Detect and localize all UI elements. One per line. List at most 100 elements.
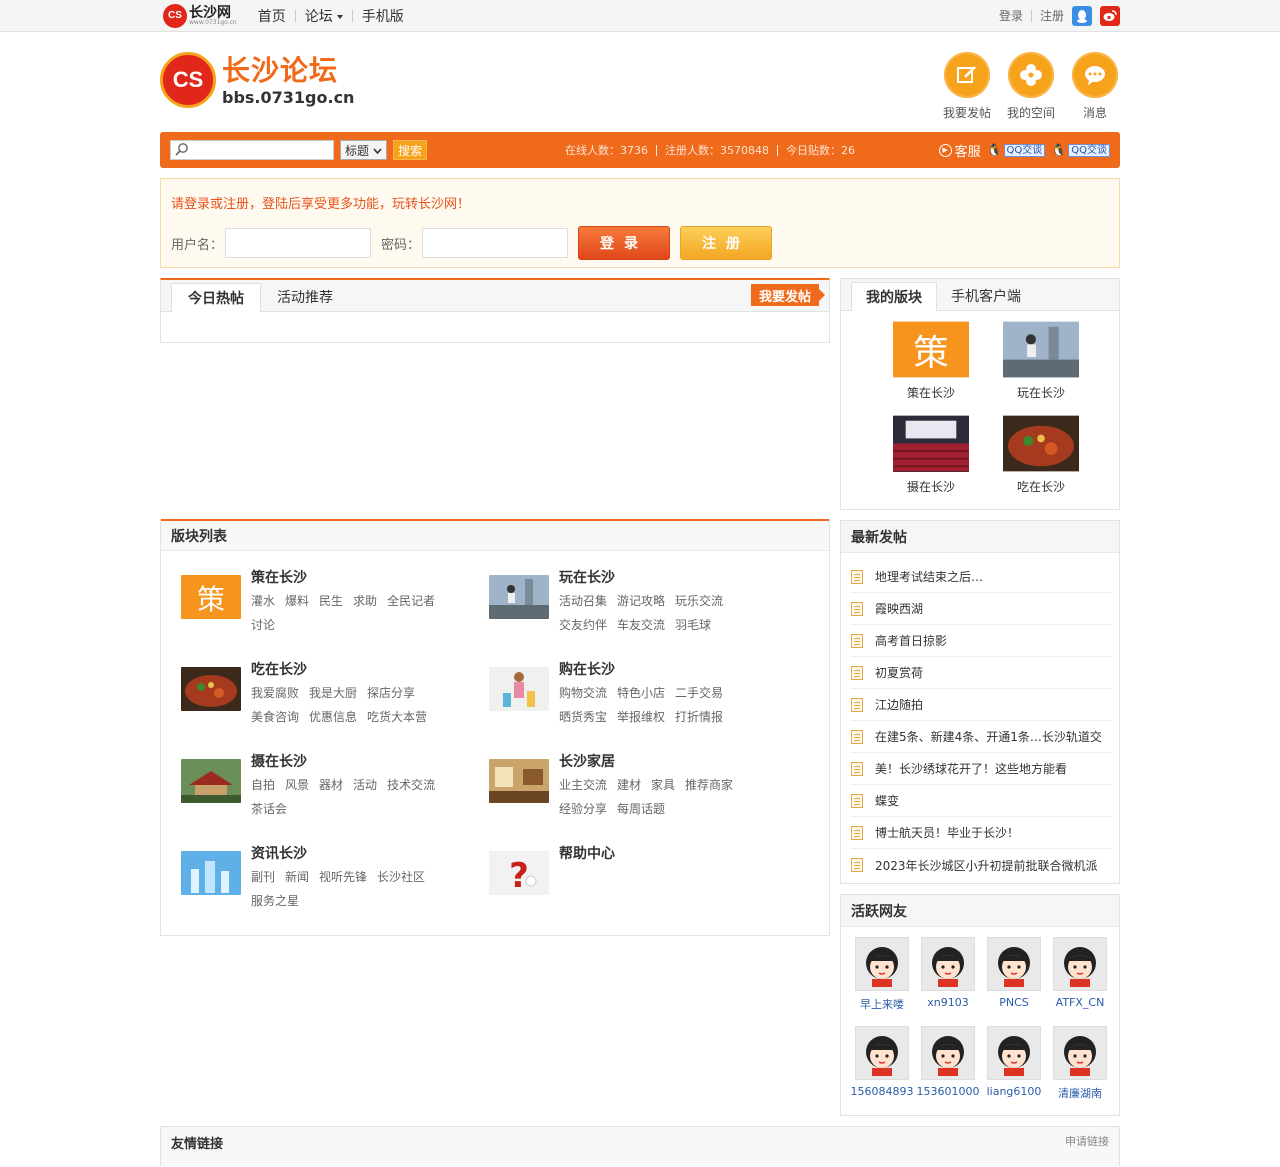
list-item[interactable]: 初夏赏荷 xyxy=(851,657,1111,689)
nav-forum[interactable]: 论坛 xyxy=(296,6,352,26)
member-item[interactable]: 清廉湖南 xyxy=(1047,1026,1113,1114)
list-item[interactable]: 高考首日掠影 xyxy=(851,625,1111,657)
weibo-icon[interactable] xyxy=(1100,5,1120,26)
qq-chat-button-2[interactable]: 🐧 QQ交谈 xyxy=(1051,143,1110,157)
forum-sublink[interactable]: 优惠信息 xyxy=(309,705,357,729)
forum-sublink[interactable]: 活动 xyxy=(353,773,377,797)
forum-sublink[interactable]: 特色小店 xyxy=(617,681,665,705)
forum-sublink[interactable]: 购物交流 xyxy=(559,681,607,705)
tab-my-boards[interactable]: 我的版块 xyxy=(851,282,937,311)
my-board-item[interactable]: 玩在长沙 xyxy=(986,321,1096,415)
login-link[interactable]: 登录 xyxy=(999,7,1023,24)
member-item[interactable]: liang6100 xyxy=(981,1026,1047,1114)
my-space-button[interactable]: 我的空间 xyxy=(1006,52,1056,121)
forum-sublink[interactable]: 爆料 xyxy=(285,589,309,613)
qq-icon[interactable] xyxy=(1072,5,1092,26)
nav-mobile[interactable]: 手机版 xyxy=(353,6,413,26)
forum-name[interactable]: 购在长沙 xyxy=(559,659,759,681)
forum-name[interactable]: 摄在长沙 xyxy=(251,751,451,773)
help-forum-icon[interactable]: ? xyxy=(489,851,549,895)
member-item[interactable]: xn9103 xyxy=(915,937,981,1025)
forum-sublink[interactable]: 副刊 xyxy=(251,865,275,889)
forum-sublink[interactable]: 推荐商家 xyxy=(685,773,733,797)
photo-forum-icon[interactable] xyxy=(181,759,241,803)
my-board-item[interactable]: 吃在长沙 xyxy=(986,415,1096,509)
list-item[interactable]: 地理考试结束之后… xyxy=(851,561,1111,593)
tab-mobile-client[interactable]: 手机客户端 xyxy=(937,282,1035,310)
forum-sublink[interactable]: 打折情报 xyxy=(675,705,723,729)
messages-button[interactable]: 消息 xyxy=(1070,52,1120,121)
forum-sublink[interactable]: 羽毛球 xyxy=(675,613,711,637)
nav-home[interactable]: 首页 xyxy=(249,6,295,26)
forum-sublink[interactable]: 吃货大本营 xyxy=(367,705,427,729)
search-button[interactable]: 搜索 xyxy=(393,140,428,160)
qq-chat-button-1[interactable]: 🐧 QQ交谈 xyxy=(987,143,1046,157)
forum-sublink[interactable]: 我是大厨 xyxy=(309,681,357,705)
list-item[interactable]: 蝶变 xyxy=(851,785,1111,817)
member-item[interactable]: PNCS xyxy=(981,937,1047,1025)
play-forum-icon[interactable] xyxy=(489,575,549,619)
forum-sublink[interactable]: 二手交易 xyxy=(675,681,723,705)
forum-sublink[interactable]: 讨论 xyxy=(251,613,275,637)
apply-link[interactable]: 申请链接 xyxy=(1065,1133,1109,1149)
new-post-button[interactable]: 我要发帖 xyxy=(942,52,992,121)
member-item[interactable]: 153601000 xyxy=(915,1026,981,1114)
forum-sublink[interactable]: 服务之星 xyxy=(251,889,299,913)
list-item[interactable]: 江边随拍 xyxy=(851,689,1111,721)
shopping-forum-icon[interactable] xyxy=(489,667,549,711)
forum-sublink[interactable]: 晒货秀宝 xyxy=(559,705,607,729)
post-button[interactable]: 我要发帖 xyxy=(750,284,826,306)
forum-sublink[interactable]: 交友约伴 xyxy=(559,613,607,637)
forum-name[interactable]: 长沙家居 xyxy=(559,751,759,773)
food-forum-icon[interactable] xyxy=(181,667,241,711)
forum-sublink[interactable]: 茶话会 xyxy=(251,797,287,821)
tab-today-hot[interactable]: 今日热帖 xyxy=(171,283,261,312)
kefu-link[interactable]: ▶ 客服 xyxy=(938,141,981,160)
forum-sublink[interactable]: 每周话题 xyxy=(617,797,665,821)
forum-sublink[interactable]: 我爱腐败 xyxy=(251,681,299,705)
register-link[interactable]: 注册 xyxy=(1040,7,1064,24)
forum-sublink[interactable]: 游记攻略 xyxy=(617,589,665,613)
site-logo[interactable]: CS 长沙论坛 bbs.0731go.cn xyxy=(160,52,354,108)
my-board-item[interactable]: 摄在长沙 xyxy=(876,415,986,509)
forum-sublink[interactable]: 视听先锋 xyxy=(319,865,367,889)
member-item[interactable]: 早上来喽 xyxy=(849,937,915,1025)
forum-sublink[interactable]: 自拍 xyxy=(251,773,275,797)
forum-sublink[interactable]: 玩乐交流 xyxy=(675,589,723,613)
forum-name[interactable]: 吃在长沙 xyxy=(251,659,451,681)
my-board-item[interactable]: 策策在长沙 xyxy=(876,321,986,415)
forum-sublink[interactable]: 美食咨询 xyxy=(251,705,299,729)
news-forum-icon[interactable] xyxy=(181,851,241,895)
list-item[interactable]: 霞映西湖 xyxy=(851,593,1111,625)
tab-activity[interactable]: 活动推荐 xyxy=(261,283,349,311)
list-item[interactable]: 2023年长沙城区小升初提前批联合微机派 xyxy=(851,849,1111,881)
forum-sublink[interactable]: 长沙社区 xyxy=(377,865,425,889)
forum-sublink[interactable]: 求助 xyxy=(353,589,377,613)
forum-sublink[interactable]: 举报维权 xyxy=(617,705,665,729)
forum-sublink[interactable]: 业主交流 xyxy=(559,773,607,797)
ce-forum-icon[interactable]: 策 xyxy=(181,575,241,619)
member-item[interactable]: ATFX_CN xyxy=(1047,937,1113,1025)
forum-sublink[interactable]: 风景 xyxy=(285,773,309,797)
list-item[interactable]: 在建5条、新建4条、开通1条…长沙轨道交 xyxy=(851,721,1111,753)
forum-sublink[interactable]: 建材 xyxy=(617,773,641,797)
register-button[interactable]: 注册 xyxy=(680,226,773,260)
password-input[interactable] xyxy=(422,228,569,258)
top-logo[interactable]: CS 长沙网 www.0731go.cn xyxy=(163,3,237,28)
forum-sublink[interactable]: 活动召集 xyxy=(559,589,607,613)
forum-sublink[interactable]: 灌水 xyxy=(251,589,275,613)
forum-sublink[interactable]: 经验分享 xyxy=(559,797,607,821)
forum-sublink[interactable]: 探店分享 xyxy=(367,681,415,705)
forum-sublink[interactable]: 新闻 xyxy=(285,865,309,889)
login-button[interactable]: 登录 xyxy=(578,226,671,260)
forum-sublink[interactable]: 家具 xyxy=(651,773,675,797)
forum-name[interactable]: 资讯长沙 xyxy=(251,843,451,865)
list-item[interactable]: 美！长沙绣球花开了！这些地方能看 xyxy=(851,753,1111,785)
forum-sublink[interactable]: 器材 xyxy=(319,773,343,797)
home-forum-icon[interactable] xyxy=(489,759,549,803)
forum-sublink[interactable]: 车友交流 xyxy=(617,613,665,637)
forum-name[interactable]: 玩在长沙 xyxy=(559,567,759,589)
forum-name[interactable]: 帮助中心 xyxy=(559,843,759,865)
member-item[interactable]: 156084893 xyxy=(849,1026,915,1114)
username-input[interactable] xyxy=(225,228,372,258)
